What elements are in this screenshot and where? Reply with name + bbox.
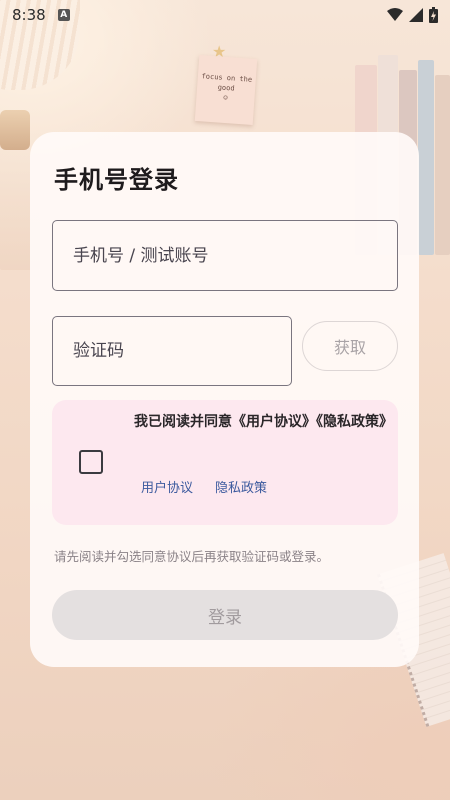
phone-input[interactable] (52, 220, 398, 291)
status-bar: 8:38 A (0, 0, 450, 30)
wifi-icon (387, 8, 403, 21)
signal-icon (409, 8, 423, 22)
lamp-base (0, 110, 30, 150)
status-time: 8:38 (12, 6, 46, 24)
user-agreement-link[interactable]: 用户协议 (141, 477, 193, 496)
agreement-text: 我已阅读并同意《用户协议》《隐私政策》 (134, 414, 393, 430)
agreement-checkbox[interactable] (79, 450, 103, 474)
login-card: 手机号登录 获取 我已阅读并同意《用户协议》《隐私政策》 用户协议 隐私政策 请… (30, 132, 419, 667)
agreement-box: 我已阅读并同意《用户协议》《隐私政策》 用户协议 隐私政策 (52, 400, 398, 525)
get-code-button[interactable]: 获取 (302, 321, 398, 371)
sticky-note: focus on the good ☺ (194, 55, 258, 125)
sticky-note-text: focus on the good (201, 72, 253, 93)
agreement-hint: 请先阅读并勾选同意协议后再获取验证码或登录。 (54, 549, 330, 564)
agreement-links: 用户协议 隐私政策 (141, 477, 267, 496)
notification-a-icon: A (57, 9, 70, 21)
battery-charging-icon (429, 7, 438, 23)
page-title: 手机号登录 (54, 166, 179, 194)
status-icons (387, 7, 438, 23)
privacy-policy-link[interactable]: 隐私政策 (215, 477, 267, 496)
login-button[interactable]: 登录 (52, 590, 398, 640)
verification-code-input[interactable] (52, 316, 292, 386)
